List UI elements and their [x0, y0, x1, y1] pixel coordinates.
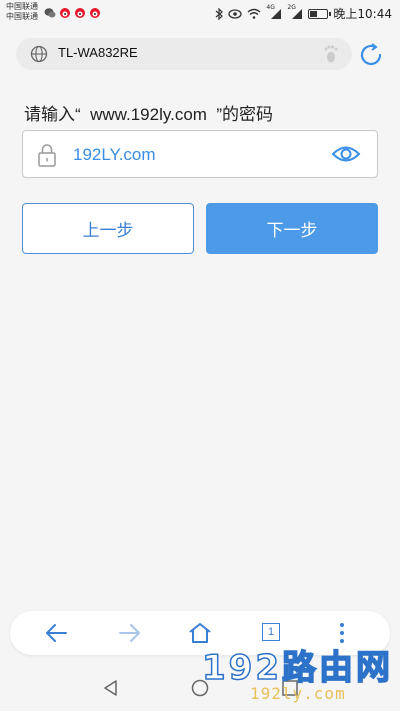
- weibo-icon: [60, 8, 70, 18]
- url-text[interactable]: TL-WA832RE: [58, 45, 138, 60]
- carrier-line-1: 中国联通: [6, 2, 38, 11]
- status-right: 4G 2G 晚上10:44: [215, 4, 392, 22]
- status-time: 晚上10:44: [333, 7, 392, 21]
- password-prompt: 请输入“ www.192ly.com ”的密码: [24, 105, 274, 124]
- tabs-count-button[interactable]: 1: [262, 623, 280, 641]
- status-bar: 中国联通 中国联通 4G 2G 晚上10:44: [0, 0, 400, 26]
- globe-icon: [30, 45, 48, 63]
- password-field[interactable]: 192LY.com: [22, 130, 378, 178]
- footprint-icon[interactable]: [322, 44, 340, 64]
- system-recents-icon[interactable]: [280, 678, 300, 698]
- next-step-button[interactable]: 下一步: [206, 203, 378, 254]
- address-bar[interactable]: TL-WA832RE: [16, 38, 352, 70]
- signal-2g: 2G: [287, 4, 303, 20]
- password-value[interactable]: 192LY.com: [73, 145, 156, 165]
- system-home-icon[interactable]: [190, 678, 210, 698]
- notification-icons: [44, 7, 101, 19]
- battery-icon: [308, 8, 332, 19]
- signal-4g: 4G: [266, 4, 282, 20]
- wifi-icon: [247, 8, 261, 19]
- reload-icon[interactable]: [358, 42, 384, 68]
- back-arrow-icon[interactable]: [44, 621, 70, 645]
- weibo-icon: [90, 8, 100, 18]
- carrier-line-2: 中国联通: [6, 12, 38, 21]
- weibo-icon: [75, 8, 85, 18]
- battery-fill: [310, 10, 317, 17]
- eye-comfort-icon: [228, 8, 243, 19]
- carrier-info: 中国联通 中国联通: [6, 2, 38, 22]
- prev-step-button[interactable]: 上一步: [22, 203, 194, 254]
- show-password-eye-icon[interactable]: [331, 143, 361, 165]
- more-menu-icon[interactable]: [338, 621, 346, 645]
- system-back-icon[interactable]: [101, 678, 121, 698]
- network-2g-label: 2G: [287, 3, 296, 11]
- system-navigation-bar: [0, 664, 400, 711]
- wechat-icon: [44, 8, 56, 18]
- network-4g-label: 4G: [266, 3, 275, 11]
- browser-toolbar: 1: [10, 611, 390, 655]
- forward-arrow-icon[interactable]: [116, 621, 142, 645]
- lock-icon: [38, 144, 56, 167]
- home-icon[interactable]: [187, 621, 213, 645]
- bluetooth-icon: [216, 7, 224, 20]
